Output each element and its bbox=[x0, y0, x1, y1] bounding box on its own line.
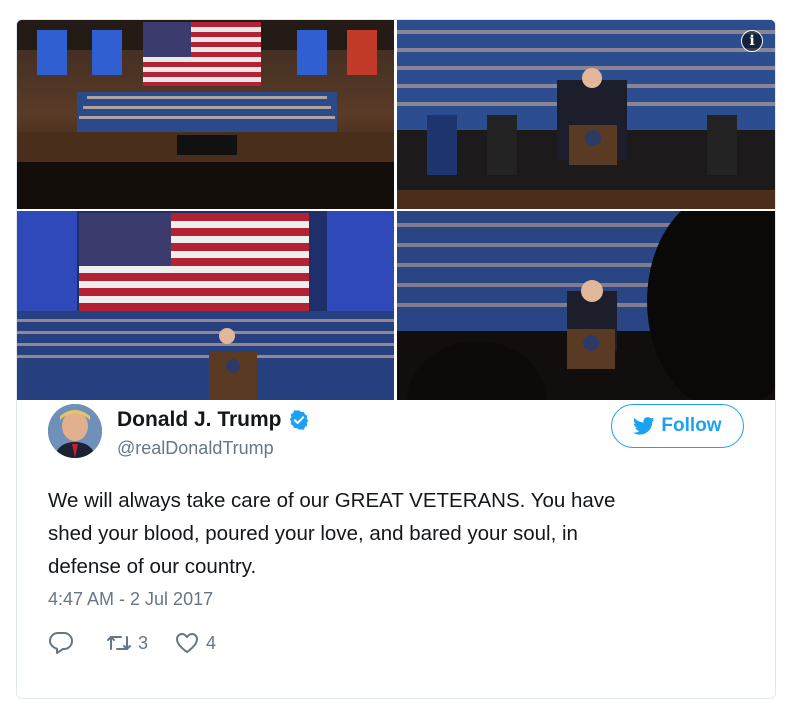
follow-button-label: Follow bbox=[661, 415, 722, 436]
retweet-icon bbox=[107, 636, 131, 650]
info-icon[interactable]: i bbox=[741, 30, 763, 52]
photo-flag-choir-stage[interactable] bbox=[17, 211, 394, 400]
photo-podium-closeup[interactable] bbox=[397, 211, 775, 400]
display-name-text: Donald J. Trump bbox=[117, 408, 282, 431]
avatar[interactable] bbox=[48, 404, 102, 458]
tweet-actions: 3 4 bbox=[48, 631, 242, 655]
retweet-button[interactable]: 3 bbox=[106, 631, 148, 655]
tweet-card: i Donald J. Trump @realDonaldTrump Follo… bbox=[16, 19, 776, 699]
retweet-count: 3 bbox=[138, 632, 149, 653]
reply-icon bbox=[49, 632, 73, 654]
user-handle[interactable]: @realDonaldTrump bbox=[117, 438, 274, 459]
media-grid: i bbox=[17, 20, 775, 400]
like-count: 4 bbox=[206, 632, 217, 653]
heart-icon bbox=[176, 633, 199, 653]
tweet-timestamp[interactable]: 4:47 AM - 2 Jul 2017 bbox=[48, 589, 213, 610]
verified-badge-icon bbox=[289, 410, 308, 430]
like-button[interactable]: 4 bbox=[174, 631, 216, 655]
display-name[interactable]: Donald J. Trump bbox=[117, 408, 310, 432]
tweet-text: We will always take care of our GREAT VE… bbox=[48, 489, 616, 578]
photo-podium-speech[interactable]: i bbox=[397, 20, 775, 209]
reply-button[interactable] bbox=[48, 631, 80, 655]
twitter-bird-icon bbox=[633, 417, 655, 435]
photo-concert-hall-wide[interactable] bbox=[17, 20, 394, 209]
follow-button[interactable]: Follow bbox=[611, 404, 744, 448]
